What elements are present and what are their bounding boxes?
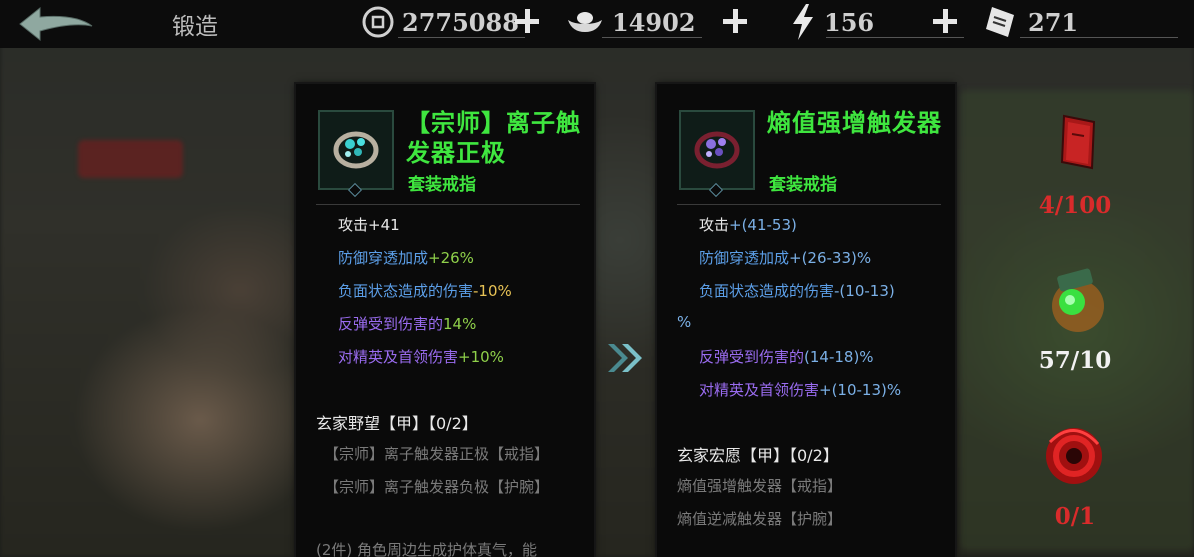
set-title: 玄家野望【甲】【0/2】 xyxy=(316,414,478,433)
ticket-resource: 271 xyxy=(984,2,1179,42)
background-red-sign xyxy=(78,140,183,178)
ticket-icon xyxy=(986,7,1014,37)
coin-resource: 2775088 xyxy=(362,2,525,42)
divider xyxy=(316,204,580,205)
set-item: 熵值逆减触发器【护腕】 xyxy=(677,510,843,528)
top-bar: 锻造 2775088 14902 156 271 xyxy=(0,0,1194,48)
material-count: 0/1 xyxy=(1054,503,1096,530)
forged-item-type: 套装戒指 xyxy=(769,175,837,195)
current-item-name: 【宗师】离子触发器正极 xyxy=(406,108,581,167)
coin-icon xyxy=(362,6,394,38)
stat-reflect: 反弹受到伤害的(14-18)% xyxy=(699,348,874,366)
ring-icon xyxy=(694,131,740,169)
energy-bolt-icon xyxy=(793,4,813,40)
set-bonus-text: (2件) 角色周边生成护体真气，能 xyxy=(316,541,538,557)
set-item: 熵值强增触发器【戒指】 xyxy=(677,477,843,495)
red-book-icon[interactable] xyxy=(1054,112,1102,174)
stat-attack: 攻击+41 xyxy=(338,216,400,234)
silver-count: 14902 xyxy=(612,7,696,37)
forged-item-name: 熵值强增触发器 xyxy=(767,108,942,137)
divider xyxy=(677,204,941,205)
set-title: 玄家宏愿【甲】【0/2】 xyxy=(677,446,839,465)
forged-item-slot[interactable] xyxy=(679,110,755,198)
silver-resource: 14902 xyxy=(566,2,702,42)
current-item-type: 套装戒指 xyxy=(408,175,476,195)
current-item-panel: 【宗师】离子触发器正极 套装戒指 攻击+41 防御穿透加成+26% 负面状态造成… xyxy=(296,84,594,557)
quality-marker xyxy=(347,182,363,198)
silver-ingot-icon xyxy=(568,12,602,32)
back-arrow-icon[interactable] xyxy=(16,4,96,44)
stat-elite-damage: 对精英及首领伤害+10% xyxy=(338,348,504,366)
quality-marker xyxy=(708,182,724,198)
energy-resource: 156 xyxy=(790,2,965,42)
energy-count: 156 xyxy=(824,7,875,37)
add-silver-button[interactable] xyxy=(720,6,750,36)
ticket-count: 271 xyxy=(1028,7,1079,37)
stat-attack: 攻击+(41-53) xyxy=(699,216,797,234)
stat-debuff-damage: 负面状态造成的伤害-10% xyxy=(338,282,512,300)
material-count: 4/100 xyxy=(1038,192,1112,219)
green-orb-icon[interactable] xyxy=(1040,262,1112,338)
stat-reflect: 反弹受到伤害的14% xyxy=(338,315,477,333)
stat-penetration: 防御穿透加成+(26-33)% xyxy=(699,249,872,267)
stat-debuff-damage: 负面状态造成的伤害-(10-13) xyxy=(699,282,895,300)
forged-item-panel: 熵值强增触发器 套装戒指 攻击+(41-53) 防御穿透加成+(26-33)% … xyxy=(657,84,955,557)
add-energy-button[interactable] xyxy=(930,6,960,36)
upgrade-arrow-icon xyxy=(608,344,642,372)
stat-penetration: 防御穿透加成+26% xyxy=(338,249,474,267)
red-swirl-icon[interactable] xyxy=(1040,422,1108,490)
set-item: 【宗师】离子触发器正极【戒指】 xyxy=(324,445,550,463)
coin-count: 2775088 xyxy=(402,7,519,37)
add-coin-button[interactable] xyxy=(512,6,542,36)
set-item: 【宗师】离子触发器负极【护腕】 xyxy=(324,478,550,496)
material-count: 57/10 xyxy=(1038,347,1112,374)
ring-icon xyxy=(333,131,379,169)
stat-debuff-damage-wrap: % xyxy=(677,313,692,331)
stat-elite-damage: 对精英及首领伤害+(10-13)% xyxy=(699,381,902,399)
page-title: 锻造 xyxy=(172,14,218,40)
current-item-slot[interactable] xyxy=(318,110,394,198)
